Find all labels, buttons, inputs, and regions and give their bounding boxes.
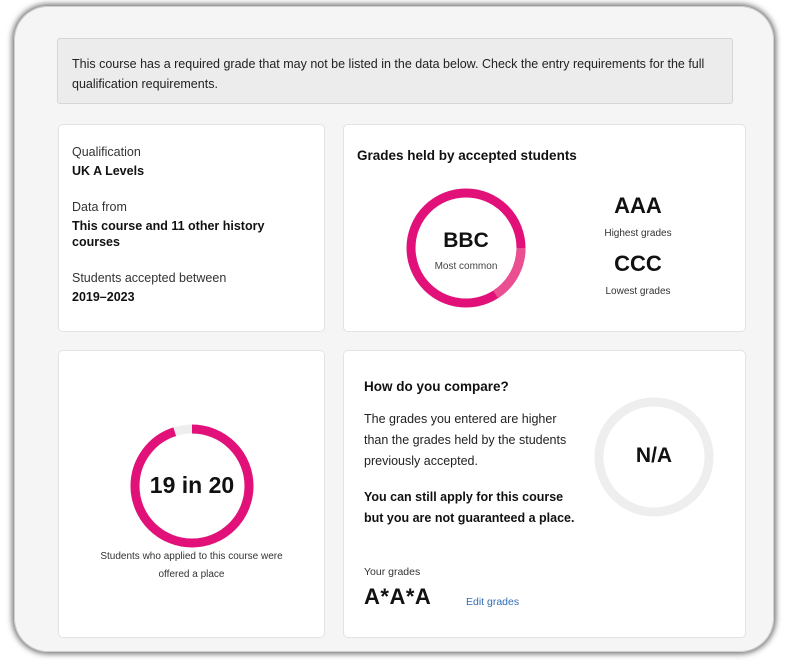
grades-held-title: Grades held by accepted students — [357, 148, 577, 163]
compare-card: How do you compare? The grades you enter… — [343, 350, 746, 638]
data-from-label: Data from — [72, 200, 127, 214]
lowest-grade: CCC — [614, 251, 662, 276]
lowest-grade-label: Lowest grades — [605, 286, 671, 297]
your-grades-value: A*A*A — [364, 584, 432, 609]
your-grades-label: Your grades — [364, 566, 421, 578]
compare-title: How do you compare? — [364, 379, 509, 394]
accepted-between-label: Students accepted between — [72, 271, 227, 285]
compare-warning-text: You can still apply for this course but … — [364, 490, 575, 525]
accepted-between-value: 2019–2023 — [72, 290, 135, 304]
qualification-label: Qualification — [72, 145, 141, 159]
edit-grades-link[interactable]: Edit grades — [466, 596, 519, 608]
highest-grade: AAA — [614, 193, 662, 218]
grades-held-card: Grades held by accepted students BBC Mos… — [343, 124, 746, 332]
qualification-value: UK A Levels — [72, 164, 145, 178]
offer-rate-ratio: 19 in 20 — [149, 472, 235, 498]
content-frame: This course has a required grade that ma… — [14, 6, 774, 652]
data-from-value: This course and 11 other history courses — [72, 219, 265, 249]
offer-rate-caption: Students who applied to this course were… — [100, 551, 283, 580]
most-common-label: Most common — [434, 261, 498, 272]
most-common-grade: BBC — [443, 229, 489, 252]
comparison-value: N/A — [635, 444, 673, 467]
offer-rate-card: 19 in 20 Students who applied to this co… — [58, 350, 325, 638]
highest-grade-label: Highest grades — [604, 228, 672, 239]
compare-body-text: The grades you entered are higher than t… — [364, 412, 567, 468]
notice-text: This course has a required grade that ma… — [72, 57, 705, 91]
qualification-card: Qualification UK A Levels Data from This… — [58, 124, 325, 332]
grade-requirement-notice: This course has a required grade that ma… — [57, 38, 733, 104]
